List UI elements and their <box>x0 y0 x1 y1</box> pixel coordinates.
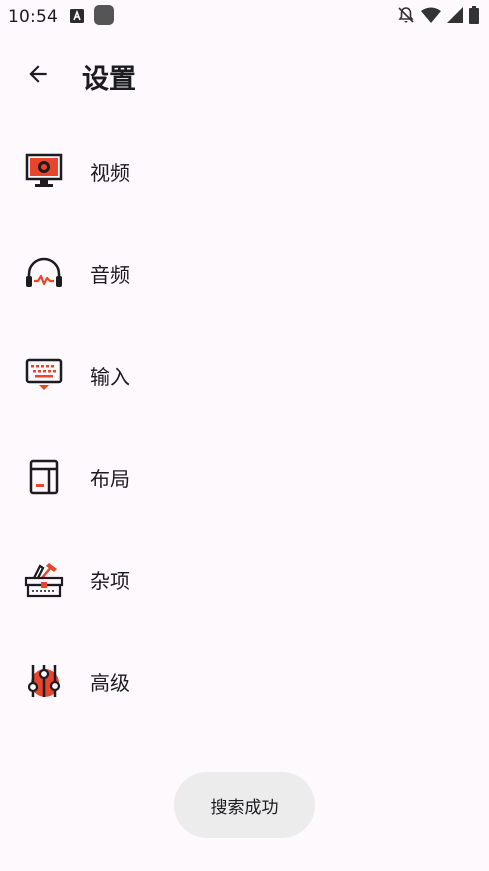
keyboard-icon <box>24 355 64 395</box>
menu-item-video[interactable]: 视频 <box>0 120 489 222</box>
sliders-icon <box>24 661 64 701</box>
arrow-back-icon <box>25 61 51 91</box>
settings-menu: 视频 音频 输入 布局 杂项 高级 <box>0 120 489 732</box>
toast-message: 搜索成功 <box>174 772 315 838</box>
menu-item-label: 布局 <box>90 466 130 491</box>
headphones-icon <box>24 253 64 293</box>
menu-item-label: 杂项 <box>90 568 130 593</box>
toolbox-icon <box>24 559 64 599</box>
layout-icon <box>24 457 64 497</box>
signal-icon <box>447 7 463 27</box>
status-bar: 10:54 <box>0 0 489 34</box>
wifi-icon <box>421 7 441 27</box>
menu-item-misc[interactable]: 杂项 <box>0 528 489 630</box>
menu-item-input[interactable]: 输入 <box>0 324 489 426</box>
status-time: 10:54 <box>8 7 58 27</box>
menu-item-label: 高级 <box>90 670 130 695</box>
back-button[interactable] <box>14 52 62 100</box>
menu-item-audio[interactable]: 音频 <box>0 222 489 324</box>
battery-icon <box>469 6 479 28</box>
menu-item-label: 视频 <box>90 160 130 185</box>
notifications-off-icon <box>397 6 415 28</box>
app-bar: 设置 <box>0 44 489 108</box>
app-square-icon <box>93 4 115 30</box>
video-icon <box>24 151 64 191</box>
font-a-icon <box>70 8 84 27</box>
menu-item-layout[interactable]: 布局 <box>0 426 489 528</box>
page-title: 设置 <box>82 63 136 95</box>
menu-item-label: 音频 <box>90 262 130 287</box>
menu-item-label: 输入 <box>90 364 130 389</box>
menu-item-advanced[interactable]: 高级 <box>0 630 489 732</box>
